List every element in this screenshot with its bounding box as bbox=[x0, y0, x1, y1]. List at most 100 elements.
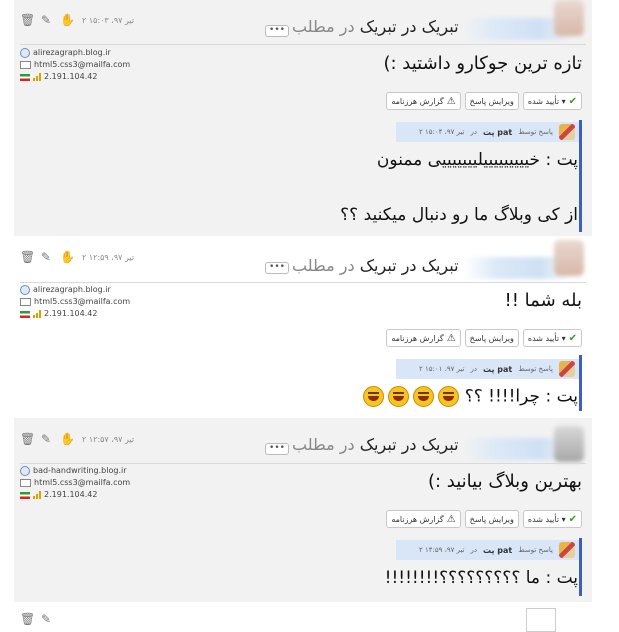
warning-icon: ⚠ bbox=[446, 95, 456, 107]
reply-header: ۲ تیر ۹۷، ۱۴:۵۹ در پت pat پاسخ توسط bbox=[396, 540, 579, 560]
globe-icon bbox=[20, 48, 30, 58]
reply-text: از کی وبلاگ ما رو دنبال میکنید ؟؟ bbox=[340, 205, 578, 225]
comment-date: ۲ تیر ۹۷، ۱۵:۰۳ bbox=[82, 15, 135, 25]
more-button[interactable]: ••• bbox=[265, 25, 289, 37]
author-email[interactable]: html5.css3@mailfa.com bbox=[34, 296, 130, 308]
check-icon: ✔ bbox=[568, 95, 577, 107]
reply-author[interactable]: پت pat bbox=[483, 128, 512, 137]
reply-avatar bbox=[559, 124, 575, 140]
signal-icon bbox=[33, 491, 41, 499]
comment-card: 🗑 ✎ bbox=[14, 602, 592, 632]
author-email[interactable]: html5.css3@mailfa.com bbox=[34, 477, 130, 489]
report-spam-button[interactable]: گزارش هرزنامه ⚠ bbox=[386, 92, 461, 110]
divider bbox=[20, 44, 586, 45]
comment-date: ۲ تیر ۹۷، ۱۲:۵۹ bbox=[82, 252, 135, 262]
divider bbox=[20, 463, 586, 464]
globe-icon bbox=[20, 466, 30, 476]
laugh-emoji-icon bbox=[438, 386, 460, 407]
hand-icon[interactable]: ✋ bbox=[60, 251, 75, 263]
comment-card: 🗑 ✎ ✋ ۲ تیر ۹۷، ۱۲:۵۷ تبریک در تبریک در … bbox=[14, 418, 592, 602]
comment-actions: 🗑 ✎ ✋ ۲ تیر ۹۷، ۱۲:۵۷ bbox=[20, 432, 134, 446]
author-ip: 2.191.104.42 bbox=[44, 309, 98, 318]
comment-actions: 🗑 ✎ ✋ ۲ تیر ۹۷، ۱۵:۰۳ bbox=[20, 13, 134, 27]
comment-card: 🗑 ✎ ✋ ۲ تیر ۹۷، ۱۲:۵۹ تبریک در تبریک در … bbox=[14, 236, 592, 418]
reply-header: ۲ تیر ۹۷، ۱۵:۰۱ در پت pat پاسخ توسط bbox=[396, 359, 579, 379]
author-meta: alirezagraph.blog.ir html5.css3@mailfa.c… bbox=[20, 47, 130, 83]
avatar bbox=[526, 608, 556, 632]
post-title[interactable]: تبریک در تبریک در مطلب bbox=[292, 17, 459, 36]
mail-icon bbox=[20, 61, 31, 69]
trash-icon[interactable]: 🗑 bbox=[20, 14, 35, 26]
scrollbar[interactable] bbox=[593, 0, 619, 618]
flag-icon bbox=[20, 73, 30, 81]
reply-text: پت : ما ؟؟؟؟؟؟؟؟؟!!!!!!!! bbox=[384, 568, 578, 588]
author-meta: bad-handwriting.blog.ir html5.css3@mailf… bbox=[20, 465, 130, 501]
flag-icon bbox=[20, 491, 30, 499]
flag-icon bbox=[20, 310, 30, 318]
trash-icon[interactable]: 🗑 bbox=[20, 251, 35, 263]
trash-icon[interactable]: 🗑 bbox=[20, 613, 35, 625]
laugh-emoji-icon bbox=[388, 386, 410, 407]
mail-icon bbox=[20, 298, 31, 306]
comment-card: 🗑 ✎ ✋ ۲ تیر ۹۷، ۱۵:۰۳ تبریک در تبریک در … bbox=[14, 0, 592, 236]
reply-avatar bbox=[559, 542, 575, 558]
divider bbox=[20, 282, 586, 283]
pencil-icon[interactable]: ✎ bbox=[40, 433, 52, 445]
signal-icon bbox=[33, 310, 41, 318]
comment-actions: 🗑 ✎ ✋ ۲ تیر ۹۷، ۱۲:۵۹ bbox=[20, 250, 134, 264]
author-email[interactable]: html5.css3@mailfa.com bbox=[34, 59, 130, 71]
author-meta: alirezagraph.blog.ir html5.css3@mailfa.c… bbox=[20, 284, 130, 320]
post-title[interactable]: تبریک در تبریک در مطلب bbox=[292, 435, 459, 454]
comment-text: تازه ترین جوکارو داشتید :) bbox=[383, 53, 582, 74]
edit-reply-button[interactable]: ویرایش پاسخ bbox=[464, 92, 519, 110]
comment-text: بله شما !! bbox=[504, 290, 582, 311]
reply-author[interactable]: پت pat bbox=[483, 546, 512, 555]
comment-actions: 🗑 ✎ bbox=[20, 612, 52, 626]
reply-date: ۲ تیر ۹۷، ۱۵:۰۱ bbox=[418, 365, 465, 373]
author-site[interactable]: bad-handwriting.blog.ir bbox=[33, 465, 127, 477]
hand-icon[interactable]: ✋ bbox=[60, 14, 75, 26]
trash-icon[interactable]: 🗑 bbox=[20, 433, 35, 445]
pencil-icon[interactable]: ✎ bbox=[40, 14, 52, 26]
check-icon: ✔ bbox=[568, 332, 577, 344]
hand-icon[interactable]: ✋ bbox=[60, 433, 75, 445]
post-title[interactable]: تبریک در تبریک در مطلب bbox=[292, 256, 459, 275]
globe-icon bbox=[20, 285, 30, 295]
reply-date: ۲ تیر ۹۷، ۱۴:۵۹ bbox=[418, 546, 465, 554]
author-ip: 2.191.104.42 bbox=[44, 490, 98, 499]
comment-buttons: گزارش هرزنامه ⚠ ویرایش پاسخ تأیید شده ▾ ✔ bbox=[386, 510, 582, 528]
reply-date: ۲ تیر ۹۷، ۱۵:۰۴ bbox=[418, 128, 465, 136]
report-spam-button[interactable]: گزارش هرزنامه ⚠ bbox=[386, 329, 461, 347]
reply-text: پت : خیییییییییلیییییییی ممنون bbox=[376, 150, 578, 170]
author-site[interactable]: alirezagraph.blog.ir bbox=[33, 284, 111, 296]
pencil-icon[interactable]: ✎ bbox=[40, 251, 52, 263]
comment-text: بهترین وبلاگ بیانید :) bbox=[427, 471, 582, 492]
avatar bbox=[554, 0, 584, 36]
laugh-emoji-icon bbox=[413, 386, 435, 407]
check-icon: ✔ bbox=[568, 513, 577, 525]
edit-reply-button[interactable]: ویرایش پاسخ bbox=[464, 329, 519, 347]
comment-buttons: گزارش هرزنامه ⚠ ویرایش پاسخ تأیید شده ▾ ✔ bbox=[386, 92, 582, 110]
avatar bbox=[554, 426, 584, 462]
comment-buttons: گزارش هرزنامه ⚠ ویرایش پاسخ تأیید شده ▾ ✔ bbox=[386, 329, 582, 347]
avatar bbox=[554, 240, 584, 276]
report-spam-button[interactable]: گزارش هرزنامه ⚠ bbox=[386, 510, 461, 528]
approved-dropdown[interactable]: تأیید شده ▾ ✔ bbox=[522, 510, 582, 528]
more-button[interactable]: ••• bbox=[265, 443, 289, 455]
reply-text: پت : چرا!!!! ؟؟ bbox=[359, 386, 578, 407]
laugh-emoji-icon bbox=[363, 386, 385, 407]
more-button[interactable]: ••• bbox=[265, 262, 289, 274]
mail-icon bbox=[20, 479, 31, 487]
reply-avatar bbox=[559, 361, 575, 377]
comment-date: ۲ تیر ۹۷، ۱۲:۵۷ bbox=[82, 434, 135, 444]
pencil-icon[interactable]: ✎ bbox=[40, 613, 52, 625]
approved-dropdown[interactable]: تأیید شده ▾ ✔ bbox=[522, 329, 582, 347]
warning-icon: ⚠ bbox=[446, 332, 456, 344]
signal-icon bbox=[33, 73, 41, 81]
warning-icon: ⚠ bbox=[446, 513, 456, 525]
edit-reply-button[interactable]: ویرایش پاسخ bbox=[464, 510, 519, 528]
author-site[interactable]: alirezagraph.blog.ir bbox=[33, 47, 111, 59]
reply-author[interactable]: پت pat bbox=[483, 365, 512, 374]
approved-dropdown[interactable]: تأیید شده ▾ ✔ bbox=[522, 92, 582, 110]
author-ip: 2.191.104.42 bbox=[44, 72, 98, 81]
